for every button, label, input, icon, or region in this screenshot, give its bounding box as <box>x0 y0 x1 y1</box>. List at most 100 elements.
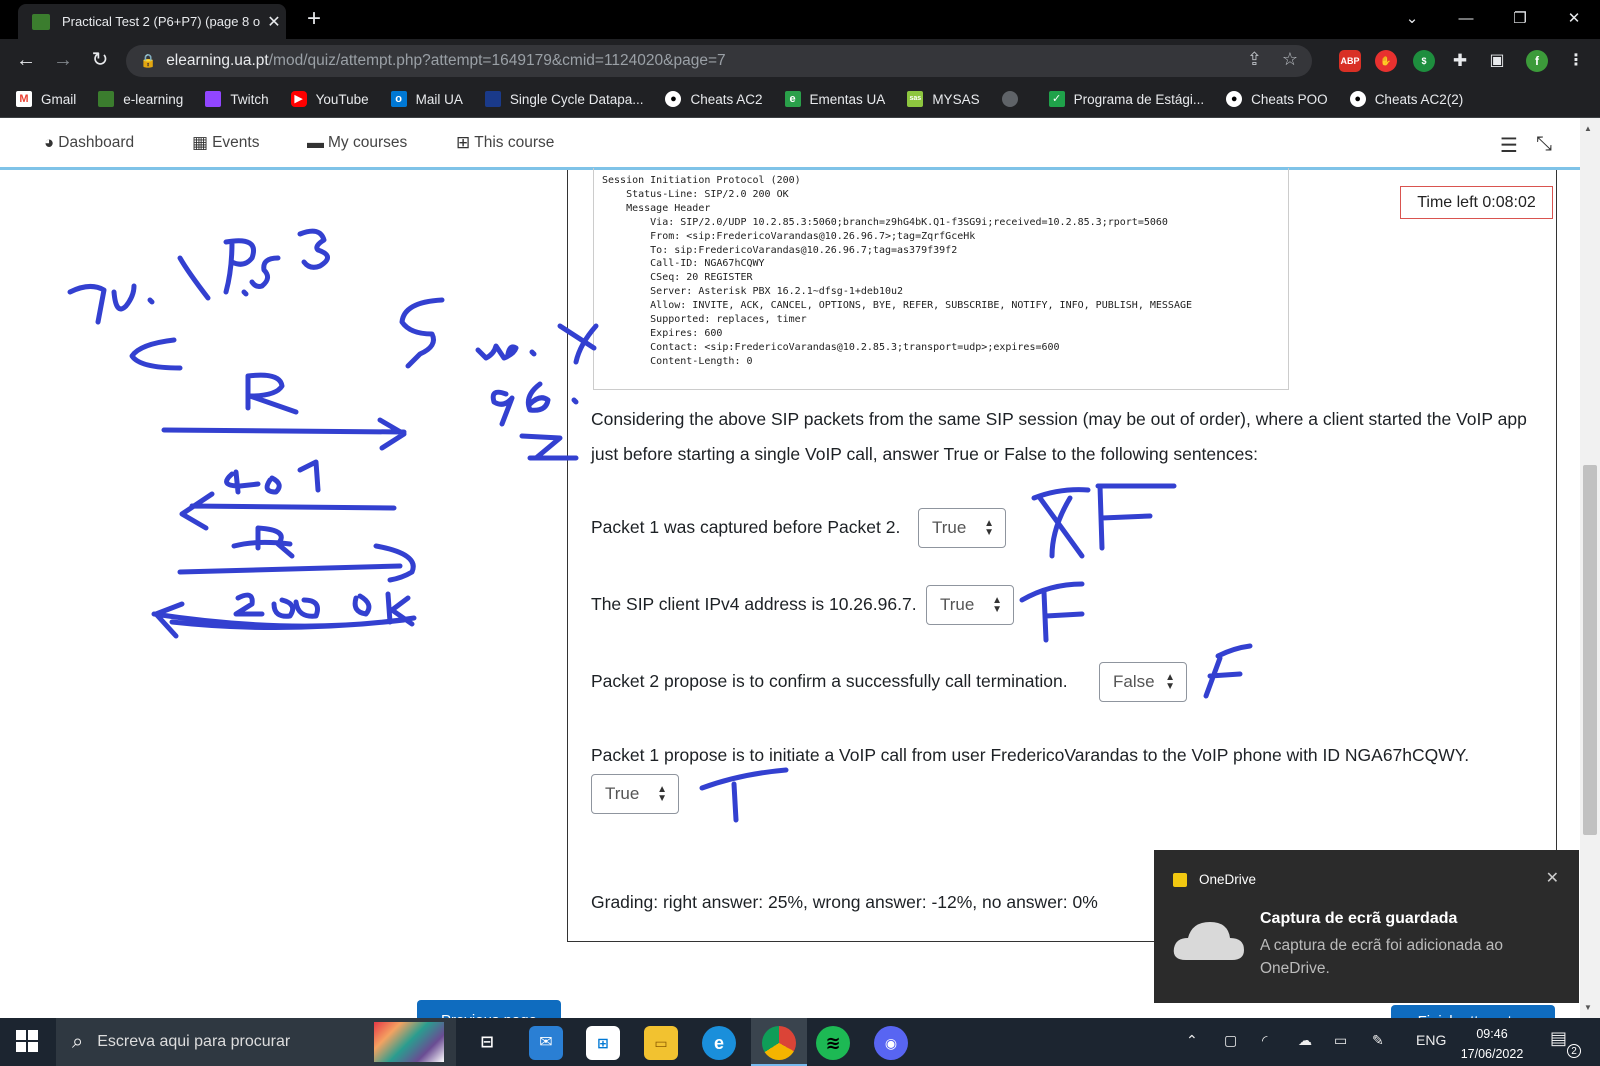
scroll-down-icon[interactable]: ▼ <box>1584 1003 1592 1012</box>
close-tab-icon[interactable]: ✕ <box>262 12 286 32</box>
bookmark-ementas[interactable]: e Ementas UA <box>784 91 885 107</box>
task-view-icon[interactable]: ⊟ <box>470 1026 504 1060</box>
packet-line: Status-Line: SIP/2.0 200 OK <box>602 188 789 200</box>
onedrive-notification[interactable]: OneDrive ✕ Captura de ecrã guardada A ca… <box>1154 850 1579 1003</box>
collapse-fullscreen-icon[interactable]: ⤡ <box>1536 133 1552 156</box>
url-path: /mod/quiz/attempt.php?attempt=1649179&cm… <box>268 52 726 69</box>
grading-info: Grading: right answer: 25%, wrong answer… <box>591 892 1098 912</box>
notification-body: A captura de ecrã foi adicionada ao OneD… <box>1260 937 1504 977</box>
statement-4: Packet 1 propose is to initiate a VoIP c… <box>591 745 1470 765</box>
address-bar[interactable]: 🔒 elearning.ua.pt/mod/quiz/attempt.php?a… <box>126 45 1312 77</box>
side-panel-icon[interactable]: ▣ <box>1486 50 1508 72</box>
restore-icon[interactable]: ❐ <box>1500 4 1540 34</box>
browser-tab[interactable]: Practical Test 2 (P6+P7) (page 8 o ✕ <box>18 4 286 39</box>
profile-avatar-icon[interactable]: f <box>1526 50 1548 72</box>
bookmark-label: e-learning <box>123 91 184 107</box>
battery-icon[interactable]: ▭ <box>1334 1032 1347 1049</box>
extension-hand-icon[interactable]: ✋ <box>1375 50 1397 72</box>
new-tab-icon[interactable]: + <box>300 6 328 34</box>
twitch-icon <box>205 91 222 107</box>
ink-arrow-right-2 <box>177 543 416 583</box>
block-toggle-icon[interactable]: ☰ <box>1500 133 1518 158</box>
bookmark-youtube[interactable]: ▶ YouTube <box>290 91 369 107</box>
bookmark-label: Programa de Estági... <box>1073 91 1205 107</box>
bookmark-mysas[interactable]: sas MYSAS <box>907 91 980 107</box>
minimize-icon[interactable]: — <box>1446 4 1486 34</box>
answer-select-1[interactable]: True ▲ ▼ <box>918 508 1006 548</box>
answer-select-3[interactable]: False ▲ ▼ <box>1099 662 1187 702</box>
notification-title: Captura de ecrã guardada <box>1260 910 1458 927</box>
bookmark-cheats-ac2[interactable]: ● Cheats AC2 <box>665 91 763 107</box>
store-icon[interactable]: ⊞ <box>586 1026 620 1060</box>
nav-this-course[interactable]: ⊞ This course <box>456 133 554 153</box>
forward-icon[interactable]: → <box>49 46 77 74</box>
mail-app-icon[interactable]: ✉ <box>529 1026 563 1060</box>
nav-my-courses[interactable]: ▬ My courses <box>307 133 407 153</box>
language-indicator[interactable]: ENG <box>1416 1032 1446 1048</box>
bookmark-programa[interactable]: ✓ Programa de Estági... <box>1048 91 1205 107</box>
bookmark-label: Gmail <box>41 91 77 107</box>
edge-icon[interactable]: e <box>702 1026 736 1060</box>
chrome-menu-icon[interactable]: ⋮ <box>1565 50 1587 72</box>
ink-arrow-right-1 <box>161 417 407 451</box>
file-explorer-icon[interactable]: ▭ <box>644 1026 678 1060</box>
elearning-favicon-icon <box>32 13 50 30</box>
taskbar-clock[interactable]: 09:46 17/06/2022 <box>1448 1024 1536 1064</box>
notification-app-name: OneDrive <box>1199 872 1257 887</box>
scroll-up-icon[interactable]: ▲ <box>1584 124 1592 133</box>
answer-select-2[interactable]: True ▲ ▼ <box>926 585 1014 625</box>
spotify-icon[interactable]: ≋ <box>816 1026 850 1060</box>
statement-1: Packet 1 was captured before Packet 2. <box>591 517 901 537</box>
packet-line: Allow: INVITE, ACK, CANCEL, OPTIONS, BYE… <box>602 300 1193 312</box>
sitemap-icon: ⊞ <box>456 133 471 152</box>
discord-icon[interactable]: ◉ <box>874 1026 908 1060</box>
nav-events[interactable]: ▦ Events <box>192 133 259 153</box>
select-arrows-icon: ▲ ▼ <box>1165 672 1175 692</box>
adblock-icon[interactable]: ABP <box>1339 50 1361 72</box>
extensions-puzzle-icon[interactable]: ✚ <box>1449 50 1471 72</box>
reload-icon[interactable]: ↻ <box>86 46 114 74</box>
onedrive-tray-icon[interactable]: ☁ <box>1298 1032 1312 1049</box>
taskbar-search[interactable]: ⌕ Escreva aqui para procurar <box>56 1018 456 1066</box>
bookmark-twitch[interactable]: Twitch <box>205 91 269 107</box>
bookmark-datapath[interactable]: Single Cycle Datapa... <box>484 91 643 107</box>
page-scrollbar-thumb[interactable] <box>1583 465 1597 835</box>
wifi-icon[interactable]: ◜ <box>1262 1032 1267 1049</box>
bookmark-label: Cheats POO <box>1251 91 1328 107</box>
tray-chevron-icon[interactable]: ⌃ <box>1186 1032 1198 1049</box>
bookmarks-bar: M Gmail e-learning Twitch ▶ YouTube o Mail … <box>0 81 1600 118</box>
quiz-timer: Time left 0:08:02 <box>1400 186 1553 219</box>
bookmark-mail-ua[interactable]: o Mail UA <box>390 91 463 107</box>
mysas-icon: sas <box>907 91 924 107</box>
packet-line: From: <sip:FredericoVarandas@10.26.96.7>… <box>602 230 976 242</box>
ink-scribble-mid <box>475 343 537 361</box>
github-icon: ● <box>1349 91 1366 107</box>
notification-count-badge: 2 <box>1567 1044 1581 1058</box>
close-window-icon[interactable]: ✕ <box>1554 4 1594 34</box>
share-icon[interactable]: ⇪ <box>1247 49 1262 70</box>
bookmark-cheats-poo[interactable]: ● Cheats POO <box>1226 91 1328 107</box>
nav-dashboard[interactable]: ◕ Dashboard <box>44 133 134 153</box>
bookmark-gmail[interactable]: M Gmail <box>16 91 76 107</box>
ink-arrow-left-2 <box>151 601 417 639</box>
onedrive-app-icon <box>1173 873 1187 887</box>
question-intro: Considering the above SIP packets from t… <box>591 409 1527 464</box>
ink-scribble-top <box>67 228 330 325</box>
tab-search-icon[interactable]: ⌄ <box>1392 4 1432 34</box>
close-notification-icon[interactable]: ✕ <box>1546 868 1559 888</box>
bookmark-cheats-ac2-2[interactable]: ● Cheats AC2(2) <box>1349 91 1463 107</box>
back-icon[interactable]: ← <box>12 46 40 74</box>
pen-icon[interactable]: ✎ <box>1372 1032 1384 1049</box>
taskbar-search-placeholder: Escreva aqui para procurar <box>97 1033 291 1050</box>
bookmark-elearning[interactable]: e-learning <box>98 91 183 107</box>
bookmark-globe[interactable] <box>1001 91 1027 107</box>
packet-line: Call-ID: NGA67hCQWY <box>602 258 765 270</box>
notifications-icon[interactable]: ▤ <box>1550 1028 1567 1049</box>
bookmark-star-icon[interactable]: ☆ <box>1282 49 1298 70</box>
extension-dollar-icon[interactable]: $ <box>1413 50 1435 72</box>
packet-line: Via: SIP/2.0/UDP 10.2.85.3:5060;branch=z… <box>602 216 1168 228</box>
meet-now-icon[interactable]: ▢ <box>1224 1032 1237 1049</box>
packet-line: Session Initiation Protocol (200) <box>602 175 801 186</box>
answer-select-4[interactable]: True ▲ ▼ <box>591 774 679 814</box>
windows-start-icon[interactable] <box>16 1030 38 1052</box>
